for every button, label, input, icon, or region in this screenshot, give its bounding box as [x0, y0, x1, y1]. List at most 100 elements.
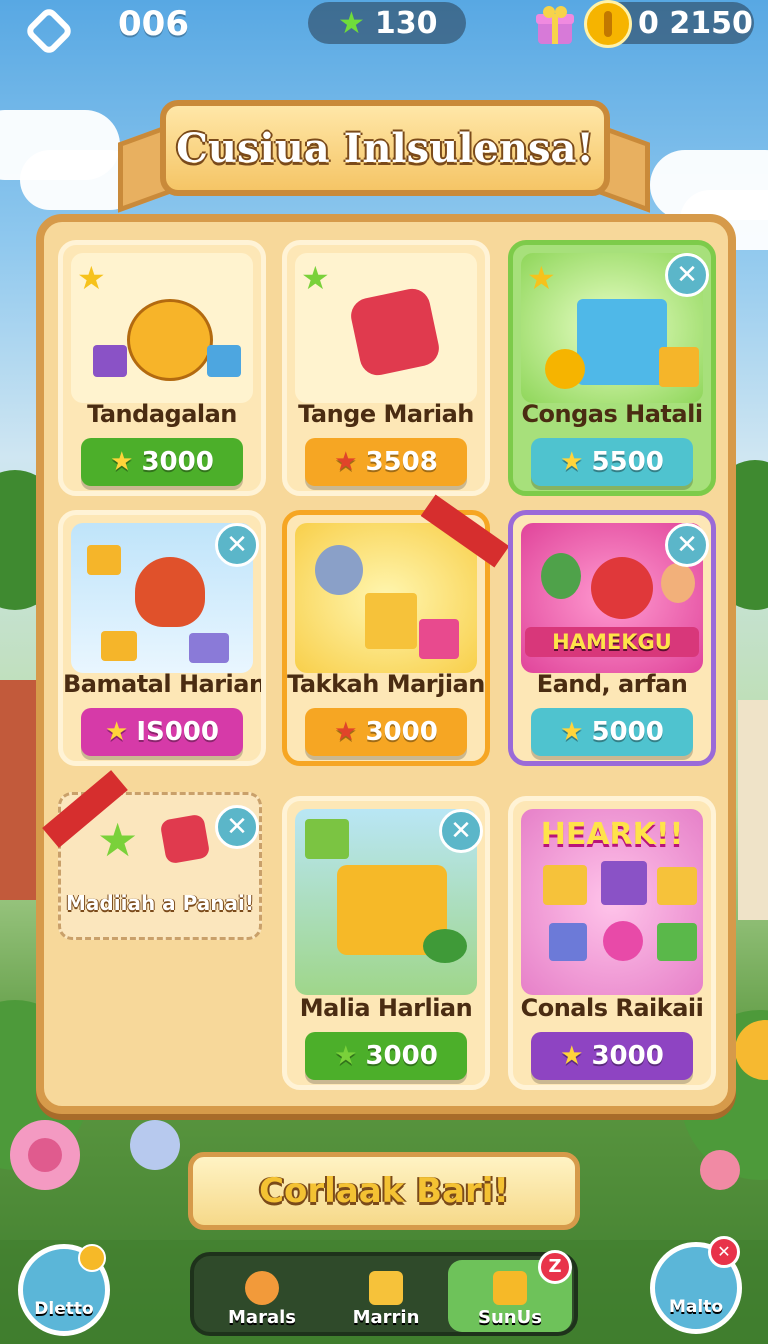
- card-title: Takkah Marjian: [287, 670, 485, 698]
- price-button[interactable]: ★ 3000: [81, 438, 243, 486]
- price-value: 5500: [591, 447, 664, 477]
- star-icon: ★: [560, 717, 584, 747]
- star-icon: ★: [560, 447, 584, 477]
- gift-icon: [657, 923, 697, 961]
- card-title: Bamatal Harian: [63, 670, 266, 698]
- reward-card-1[interactable]: ★ Tandagalan ★ 3000: [58, 240, 266, 496]
- price-button[interactable]: ★ 5500: [531, 438, 693, 486]
- character-icon: [541, 553, 581, 599]
- gift-icon: [305, 819, 349, 859]
- nav-item-label: SunUs: [478, 1307, 542, 1328]
- star-icon: ★: [334, 717, 358, 747]
- card-title: Malia Harlian: [299, 994, 473, 1022]
- star-icon: ★: [334, 1041, 358, 1071]
- price-button[interactable]: ★ 3000: [531, 1032, 693, 1080]
- favorite-star-icon: ★: [301, 259, 330, 297]
- price-value: 3508: [365, 447, 438, 477]
- close-icon[interactable]: ✕: [665, 253, 709, 297]
- star-icon: ★: [105, 717, 129, 747]
- notification-badge: Z: [538, 1250, 572, 1284]
- card-title: Tange Mariah: [298, 400, 474, 428]
- gift-icon: [657, 867, 697, 905]
- level-counter: 006: [118, 4, 189, 44]
- big-gift-icon: [577, 299, 667, 385]
- gift-icon: [365, 593, 417, 649]
- nav-item-label: Marrin: [352, 1307, 420, 1328]
- reward-card-5[interactable]: Takkah Marjian ★ 3000: [282, 510, 490, 766]
- card-art: HEARK!!: [521, 809, 703, 995]
- plant-icon: [423, 929, 467, 963]
- reward-card-8[interactable]: HEARK!! Conals Raikaii ★ 3000: [508, 796, 716, 1090]
- price-button[interactable]: ★ 3508: [305, 438, 467, 486]
- card-title: Tandagalan: [87, 400, 237, 428]
- collect-button[interactable]: Corlaak Bari!: [188, 1152, 580, 1230]
- green-star-icon: ★: [97, 813, 139, 867]
- robot-mascot-icon: [315, 545, 363, 595]
- gift-icon[interactable]: [534, 4, 576, 46]
- favorite-star-icon: ★: [527, 259, 556, 297]
- card-title: Conals Raikaii: [520, 994, 704, 1022]
- close-icon[interactable]: ✕: [215, 805, 259, 849]
- red-gem-icon: [159, 813, 211, 865]
- reward-card-6[interactable]: HAMEKGU ✕ Eand, arfan ★ 5000: [508, 510, 716, 766]
- price-value: 3000: [365, 717, 438, 747]
- fox-icon: [245, 1271, 279, 1305]
- card-art: [295, 523, 477, 673]
- reward-card-3[interactable]: ★ ✕ Congas Hatali ★ 5500: [508, 240, 716, 496]
- favorite-star-icon: ★: [77, 259, 106, 297]
- stars-counter[interactable]: ★ 130: [308, 2, 466, 44]
- card-title: Congas Hatali: [521, 400, 703, 428]
- red-mascot-icon: [591, 557, 653, 619]
- price-value: 3000: [141, 447, 214, 477]
- page-title: Cusiua Inlsulensa!: [160, 100, 610, 196]
- tool-icon: [369, 1271, 403, 1305]
- reward-card-4[interactable]: ✕ Bamatal Harian ★ IS000: [58, 510, 266, 766]
- nav-item-marrin[interactable]: Marrin: [324, 1260, 448, 1332]
- register-icon: [189, 633, 229, 663]
- play-badge-icon: [78, 1244, 106, 1272]
- gift-icon: [93, 345, 127, 377]
- cube-icon: [87, 545, 121, 575]
- price-button[interactable]: ★ 3000: [305, 1032, 467, 1080]
- nav-item-label: Marals: [228, 1307, 296, 1328]
- price-value: 3000: [591, 1041, 664, 1071]
- gift-icon: [207, 345, 241, 377]
- coin-icon: [584, 0, 632, 48]
- gift-icon: [543, 865, 587, 905]
- teapot-icon: [135, 557, 205, 627]
- nav-item-marals[interactable]: Marals: [200, 1260, 324, 1332]
- price-value: 5000: [591, 717, 664, 747]
- smiley-mascot-icon: [127, 299, 213, 381]
- gift-icon: [659, 347, 699, 387]
- note-text: Madiiah a Panai!: [66, 891, 254, 915]
- crate-icon: [493, 1271, 527, 1305]
- gold-coin-icon: [545, 349, 585, 389]
- close-icon[interactable]: ✕: [708, 1236, 740, 1268]
- gift-icon: [101, 631, 137, 661]
- candy-icon: [603, 921, 643, 961]
- green-star-icon: ★: [338, 5, 365, 41]
- star-icon: ★: [334, 447, 358, 477]
- price-button[interactable]: ★ IS000: [81, 708, 243, 756]
- cube-icon: [549, 923, 587, 961]
- character-icon: [661, 563, 695, 603]
- price-value: 3000: [365, 1041, 438, 1071]
- close-icon[interactable]: ✕: [439, 809, 483, 853]
- art-banner-text: HEARK!!: [540, 817, 684, 852]
- settings-diamond-icon[interactable]: [24, 6, 74, 56]
- coins-value: 0 2150: [638, 5, 753, 41]
- card-title: Eand, arfan: [536, 670, 688, 698]
- price-button[interactable]: ★ 3000: [305, 708, 467, 756]
- reward-card-2[interactable]: ★ Tange Mariah ★ 3508: [282, 240, 490, 496]
- reward-card-7[interactable]: ✕ Malia Harlian ★ 3000: [282, 796, 490, 1090]
- close-icon[interactable]: ✕: [665, 523, 709, 567]
- gift-icon: [419, 619, 459, 659]
- gift-icon: [601, 861, 647, 905]
- stars-value: 130: [374, 5, 438, 41]
- close-icon[interactable]: ✕: [215, 523, 259, 567]
- price-value: IS000: [136, 717, 219, 747]
- bottom-nav: Marals Marrin SunUs: [190, 1252, 578, 1336]
- price-button[interactable]: ★ 5000: [531, 708, 693, 756]
- star-icon: ★: [560, 1041, 584, 1071]
- art-banner-text: HAMEKGU: [525, 627, 699, 657]
